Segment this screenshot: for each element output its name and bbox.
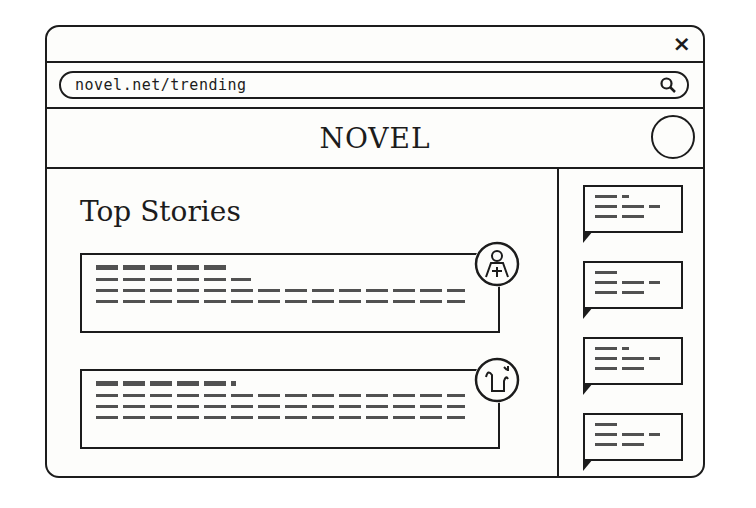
story-list [80, 253, 557, 449]
placeholder-line [96, 278, 251, 281]
placeholder-line [595, 271, 618, 274]
placeholder-line [96, 265, 228, 270]
placeholder-line [96, 394, 465, 397]
site-logo[interactable]: NOVEL [319, 122, 430, 155]
title-bar: × [47, 27, 703, 61]
comment-bubble[interactable] [583, 413, 683, 461]
address-bar[interactable]: novel.net/trending [59, 71, 689, 99]
placeholder-line [595, 433, 660, 436]
profile-avatar[interactable] [651, 115, 695, 159]
content: Top Stories [47, 169, 703, 476]
placeholder-line [595, 205, 660, 208]
placeholder-line [96, 416, 465, 419]
page: × novel.net/trending NOVEL Top Stories [0, 0, 756, 508]
placeholder-line [595, 347, 629, 350]
comment-sidebar [557, 169, 703, 476]
comment-bubble[interactable] [583, 261, 683, 309]
comment-bubble[interactable] [583, 185, 683, 233]
search-icon[interactable] [659, 76, 677, 94]
section-title: Top Stories [80, 193, 557, 231]
story-card[interactable] [80, 369, 500, 449]
placeholder-line [96, 289, 465, 292]
story-card[interactable] [80, 253, 500, 333]
address-row: novel.net/trending [47, 61, 703, 107]
person-icon [474, 241, 520, 287]
close-button[interactable]: × [673, 33, 691, 55]
placeholder-line [595, 367, 648, 370]
comment-bubble[interactable] [583, 337, 683, 385]
placeholder-line [595, 423, 618, 426]
placeholder-line [595, 291, 648, 294]
url-text[interactable]: novel.net/trending [75, 76, 247, 94]
placeholder-line [96, 405, 465, 408]
placeholder-line [96, 381, 236, 386]
placeholder-line [595, 443, 648, 446]
placeholder-line [595, 281, 660, 284]
placeholder-line [96, 300, 465, 303]
placeholder-line [595, 357, 660, 360]
main-column: Top Stories [47, 169, 557, 476]
creature-icon [474, 357, 520, 403]
site-header: NOVEL [47, 107, 703, 169]
placeholder-line [595, 215, 648, 218]
placeholder-line [595, 195, 629, 198]
browser-window: × novel.net/trending NOVEL Top Stories [45, 25, 705, 478]
